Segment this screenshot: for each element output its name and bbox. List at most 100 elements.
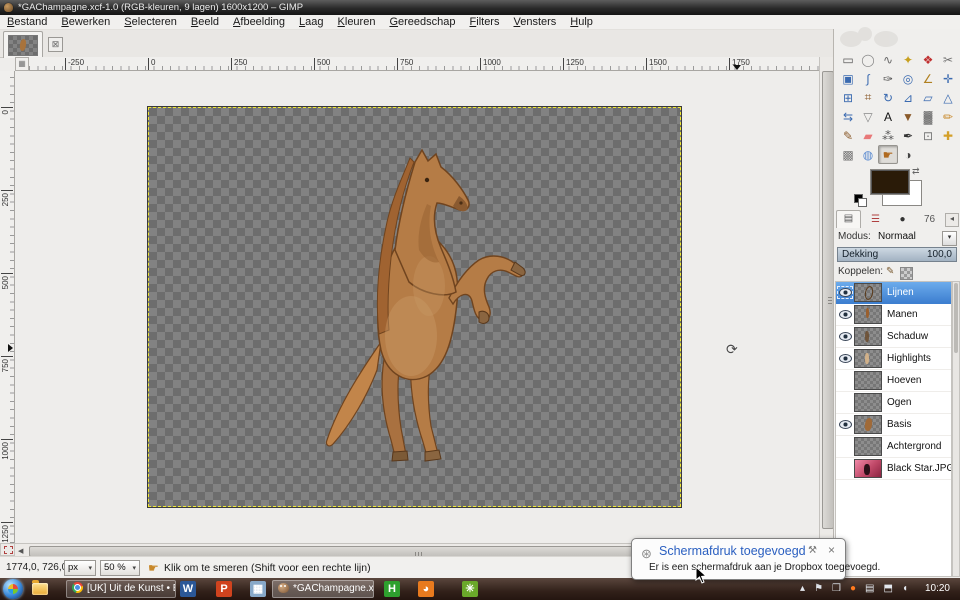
layers-tab[interactable]: ▤	[836, 210, 861, 228]
color-picker-tool-button[interactable]: ✑	[878, 69, 898, 88]
rotate-tool-button[interactable]: ↻	[878, 88, 898, 107]
align-tool-button[interactable]: ⊞	[838, 88, 858, 107]
sync-status-icon[interactable]: ●	[850, 578, 856, 600]
blur-sharpen-tool-button[interactable]: ◍	[858, 145, 878, 164]
foreground-select-tool-button[interactable]: ▣	[838, 69, 858, 88]
swap-colors-icon[interactable]: ⇄	[912, 166, 920, 177]
green-h-app[interactable]: H	[384, 581, 400, 597]
paintbrush-tool-button[interactable]: ✎	[838, 126, 858, 145]
channels-tab[interactable]: ☰	[863, 212, 888, 228]
schaduw-layer-row[interactable]: Schaduw	[836, 326, 951, 348]
lijnen-layer-row[interactable]: Lijnen	[836, 282, 951, 304]
measure-tool-button[interactable]: ∠	[918, 69, 938, 88]
quick-mask-button[interactable]	[0, 543, 15, 556]
mode-dropdown-icon[interactable]: ▾	[942, 231, 957, 246]
select-by-color-tool-button[interactable]: ❖	[918, 50, 938, 69]
horizontal-ruler[interactable]: -25002505007501000125015001750	[29, 57, 819, 71]
dodge-burn-tool-button[interactable]: ◑	[898, 145, 918, 164]
scale-tool-button[interactable]: ⊿	[898, 88, 918, 107]
volume-tray-icon[interactable]: ◖	[902, 578, 908, 600]
bestand-menu[interactable]: Bestand	[0, 15, 54, 29]
visibility-toggle[interactable]	[836, 395, 854, 410]
bewerken-menu[interactable]: Bewerken	[54, 15, 117, 29]
smudge-tool-button[interactable]: ☛	[878, 145, 898, 164]
gereedschap-menu[interactable]: Gereedschap	[382, 15, 462, 29]
dropbox-tray-icon[interactable]: ❒	[832, 578, 841, 600]
action-center-flag-icon[interactable]: ⚑	[814, 578, 823, 600]
unit-select[interactable]: px▾	[64, 560, 96, 576]
gimp-task-button[interactable]: *GAChampagne.xcf-...	[272, 580, 374, 598]
dock-tab-menu-button[interactable]: ◂	[945, 213, 959, 227]
explorer-taskbar-icon[interactable]	[32, 583, 48, 595]
perspective-clone-tool-button[interactable]: ▩	[838, 145, 858, 164]
paths-tab[interactable]: ●	[890, 212, 915, 228]
pencil-tool-button[interactable]: ✏	[938, 107, 958, 126]
image-tab[interactable]	[3, 31, 43, 58]
achtergrond-layer-row[interactable]: Achtergrond	[836, 436, 951, 458]
opacity-slider[interactable]: Dekking 100,0	[837, 247, 957, 262]
crop-tool-button[interactable]: ⌗	[858, 88, 878, 107]
basis-layer-row[interactable]: Basis	[836, 414, 951, 436]
move-tool-button[interactable]: ✛	[938, 69, 958, 88]
show-hidden-icons-icon[interactable]: ▴	[800, 578, 805, 600]
gradient-tool-button[interactable]: ▓	[918, 107, 938, 126]
fuzzy-select-tool-button[interactable]: ✦	[898, 50, 918, 69]
image-canvas[interactable]	[148, 107, 681, 507]
beeld-menu[interactable]: Beeld	[184, 15, 226, 29]
layer-list-scrollbar[interactable]	[952, 281, 960, 577]
visibility-toggle[interactable]	[836, 439, 854, 454]
scroll-left-arrow-icon[interactable]: ◀	[18, 547, 23, 555]
cage-transform-tool-button[interactable]: ▽	[858, 107, 878, 126]
clipboard-tray-icon[interactable]: ▤	[865, 578, 874, 600]
shear-tool-button[interactable]: ▱	[918, 88, 938, 107]
eraser-tool-button[interactable]: ▰	[858, 126, 878, 145]
zoom-tool-button[interactable]: ◎	[898, 69, 918, 88]
laag-menu[interactable]: Laag	[292, 15, 330, 29]
lock-alpha-icon[interactable]	[900, 267, 913, 280]
word-app[interactable]: W	[180, 581, 196, 597]
visibility-toggle[interactable]	[836, 329, 854, 344]
vensters-menu[interactable]: Vensters	[506, 15, 563, 29]
calculator-app[interactable]: ▦	[250, 581, 266, 597]
ruler-origin-button[interactable]: ▦	[15, 57, 29, 71]
perspective-tool-button[interactable]: △	[938, 88, 958, 107]
notification-close-icon[interactable]: ×	[828, 543, 835, 557]
mode-value[interactable]: Normaal	[878, 231, 916, 242]
chrome-task-button[interactable]: [UK] Uit de Kunst • B...	[66, 580, 176, 598]
free-select-tool-button[interactable]: ∿	[878, 50, 898, 69]
default-colors-icon[interactable]	[854, 194, 867, 205]
selecteren-menu[interactable]: Selecteren	[117, 15, 184, 29]
visibility-toggle[interactable]	[836, 373, 854, 388]
rectangle-select-tool-button[interactable]: ▭	[838, 50, 858, 69]
text-tool-button[interactable]: A	[878, 107, 898, 126]
visibility-toggle[interactable]	[836, 351, 854, 366]
blender-app[interactable]: ◕	[418, 581, 434, 597]
network-tray-icon[interactable]: ⬒	[884, 578, 893, 600]
bucket-fill-tool-button[interactable]: ▼	[898, 107, 918, 126]
ink-tool-button[interactable]: ✒	[898, 126, 918, 145]
clone-tool-button[interactable]: ⊡	[918, 126, 938, 145]
visibility-toggle[interactable]	[836, 285, 854, 300]
black-star-jpg-layer-row[interactable]: Black Star.JPG	[836, 458, 951, 480]
kleuren-menu[interactable]: Kleuren	[331, 15, 383, 29]
visibility-toggle[interactable]	[836, 307, 854, 322]
highlights-layer-row[interactable]: Highlights	[836, 348, 951, 370]
notification-settings-icon[interactable]: ⚒	[808, 545, 817, 556]
visibility-toggle[interactable]	[836, 417, 854, 432]
lock-paint-icon[interactable]: ✎	[886, 266, 894, 277]
tab-extra-icon[interactable]: ⊠	[48, 37, 63, 52]
zoom-select[interactable]: 50 %▾	[100, 560, 140, 576]
ellipse-select-tool-button[interactable]: ◯	[858, 50, 878, 69]
manen-layer-row[interactable]: Manen	[836, 304, 951, 326]
ogen-layer-row[interactable]: Ogen	[836, 392, 951, 414]
foreground-color-swatch[interactable]	[870, 169, 910, 195]
afbeelding-menu[interactable]: Afbeelding	[226, 15, 292, 29]
airbrush-tool-button[interactable]: ⁂	[878, 126, 898, 145]
vertical-scrollbar[interactable]	[819, 57, 833, 543]
paths-tool-button[interactable]: ∫	[858, 69, 878, 88]
heal-tool-button[interactable]: ✚	[938, 126, 958, 145]
visibility-toggle[interactable]	[836, 461, 854, 476]
filters-menu[interactable]: Filters	[463, 15, 507, 29]
start-button[interactable]	[3, 579, 23, 599]
scissors-select-tool-button[interactable]: ✂	[938, 50, 958, 69]
